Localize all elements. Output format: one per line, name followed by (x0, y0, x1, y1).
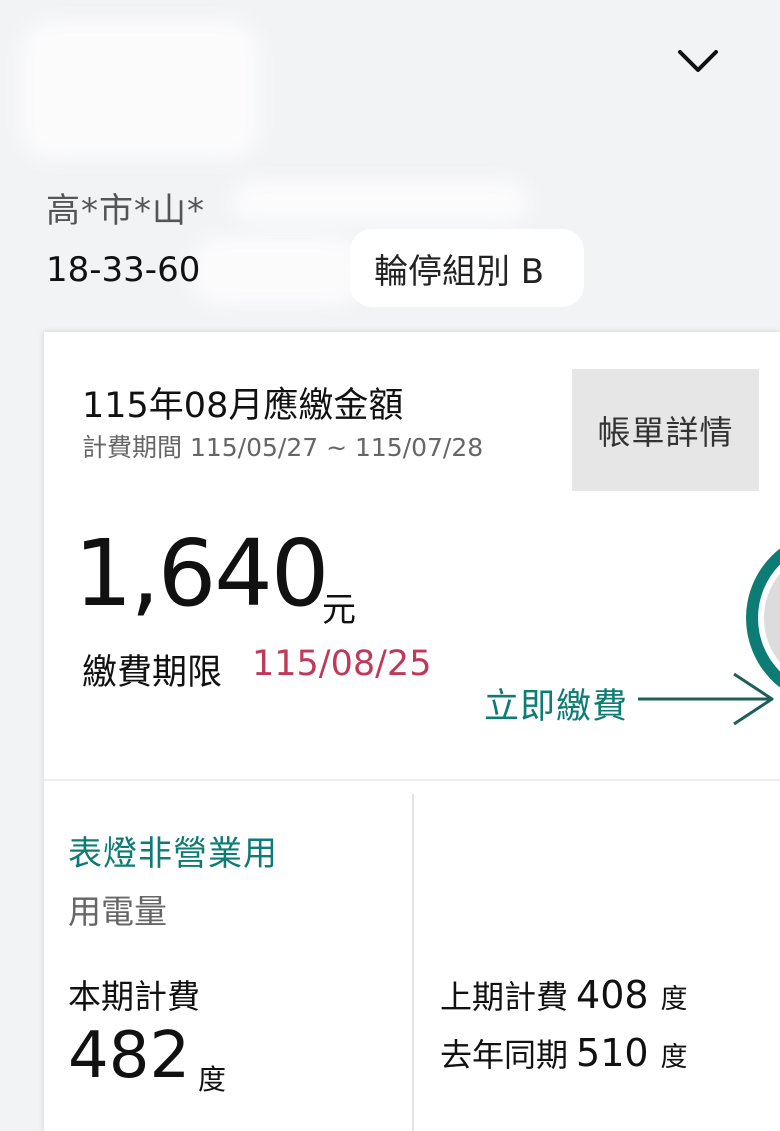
previous-usage-value: 408 (576, 973, 649, 1017)
bill-card: 115年08月應繳金額 計費期間 115/05/27 ~ 115/07/28 帳… (44, 332, 780, 1131)
bill-amount: 1,640 (74, 520, 329, 627)
usage-label: 用電量 (68, 892, 167, 931)
current-usage-value: 482 (68, 1019, 191, 1093)
last-year-usage-value: 510 (576, 1031, 649, 1075)
due-date-label: 繳費期限 (82, 653, 223, 693)
chevron-down-icon[interactable] (672, 40, 724, 84)
rotation-group-label: 輪停組別 B (374, 251, 545, 292)
bill-details-label: 帳單詳情 (597, 413, 734, 452)
previous-usage-unit: 度 (660, 984, 688, 1015)
column-divider (412, 794, 414, 1131)
previous-usage-row: 上期計費 408 度 (440, 972, 688, 1018)
redacted-name (20, 20, 260, 160)
redacted-address-tail (230, 180, 530, 224)
last-year-usage-label: 去年同期 (440, 1036, 569, 1074)
current-usage-unit: 度 (198, 1063, 227, 1096)
last-year-usage-unit: 度 (660, 1042, 688, 1073)
bill-details-button[interactable]: 帳單詳情 (572, 369, 759, 491)
account-number: 18-33-60 (46, 250, 201, 290)
pay-now-button[interactable] (734, 522, 780, 722)
previous-usage-label: 上期計費 (440, 978, 569, 1016)
due-date-value: 115/08/25 (252, 644, 432, 684)
billing-period: 計費期間 115/05/27 ~ 115/07/28 (82, 433, 484, 462)
last-year-usage-row: 去年同期 510 度 (440, 1030, 688, 1076)
bill-title: 115年08月應繳金額 (82, 386, 404, 426)
redacted-account-tail (190, 236, 365, 306)
current-billing-label: 本期計費 (68, 977, 200, 1016)
bill-amount-unit: 元 (322, 590, 356, 630)
tariff-type: 表燈非營業用 (68, 834, 278, 874)
address-text: 高*市*山* (46, 191, 205, 231)
rotation-group-badge: 輪停組別 B (350, 229, 584, 307)
section-divider (44, 779, 780, 781)
pay-now-label[interactable]: 立即繳費 (484, 678, 628, 729)
